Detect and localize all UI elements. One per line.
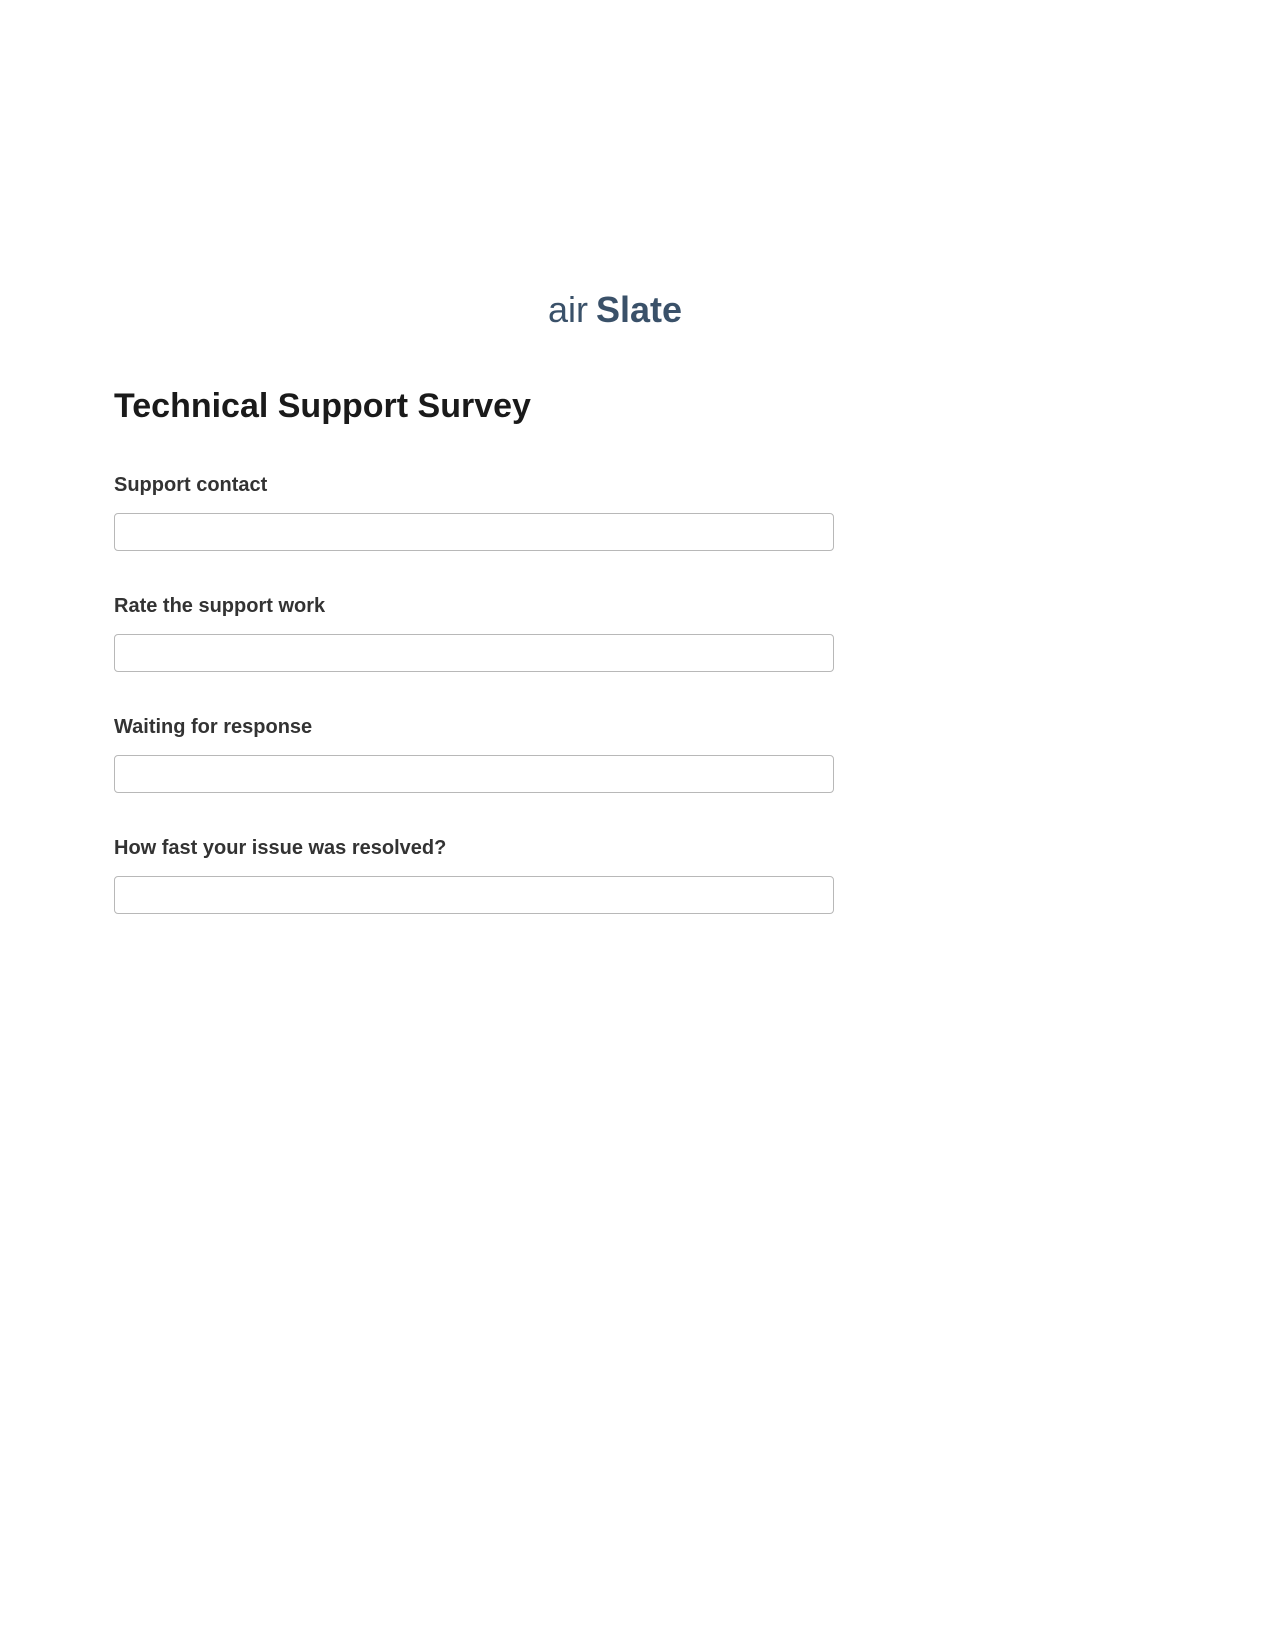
input-resolved-speed[interactable] <box>114 876 834 914</box>
label-waiting-response: Waiting for response <box>114 716 1161 739</box>
page-title: Technical Support Survey <box>114 387 1275 426</box>
svg-text:Slate: Slate <box>596 290 682 330</box>
label-resolved-speed: How fast your issue was resolved? <box>114 837 1161 860</box>
label-rate-support: Rate the support work <box>114 595 1161 618</box>
svg-text:air: air <box>548 290 588 330</box>
field-waiting-response: Waiting for response <box>114 716 1161 793</box>
label-support-contact: Support contact <box>114 474 1161 497</box>
input-support-contact[interactable] <box>114 513 834 551</box>
form-container: air Slate Technical Support Survey Suppo… <box>0 0 1275 914</box>
input-waiting-response[interactable] <box>114 755 834 793</box>
input-rate-support[interactable] <box>114 634 834 672</box>
airslate-logo: air Slate <box>548 290 728 337</box>
field-resolved-speed: How fast your issue was resolved? <box>114 837 1161 914</box>
logo-wrap: air Slate <box>0 290 1275 337</box>
field-support-contact: Support contact <box>114 474 1161 551</box>
field-rate-support: Rate the support work <box>114 595 1161 672</box>
